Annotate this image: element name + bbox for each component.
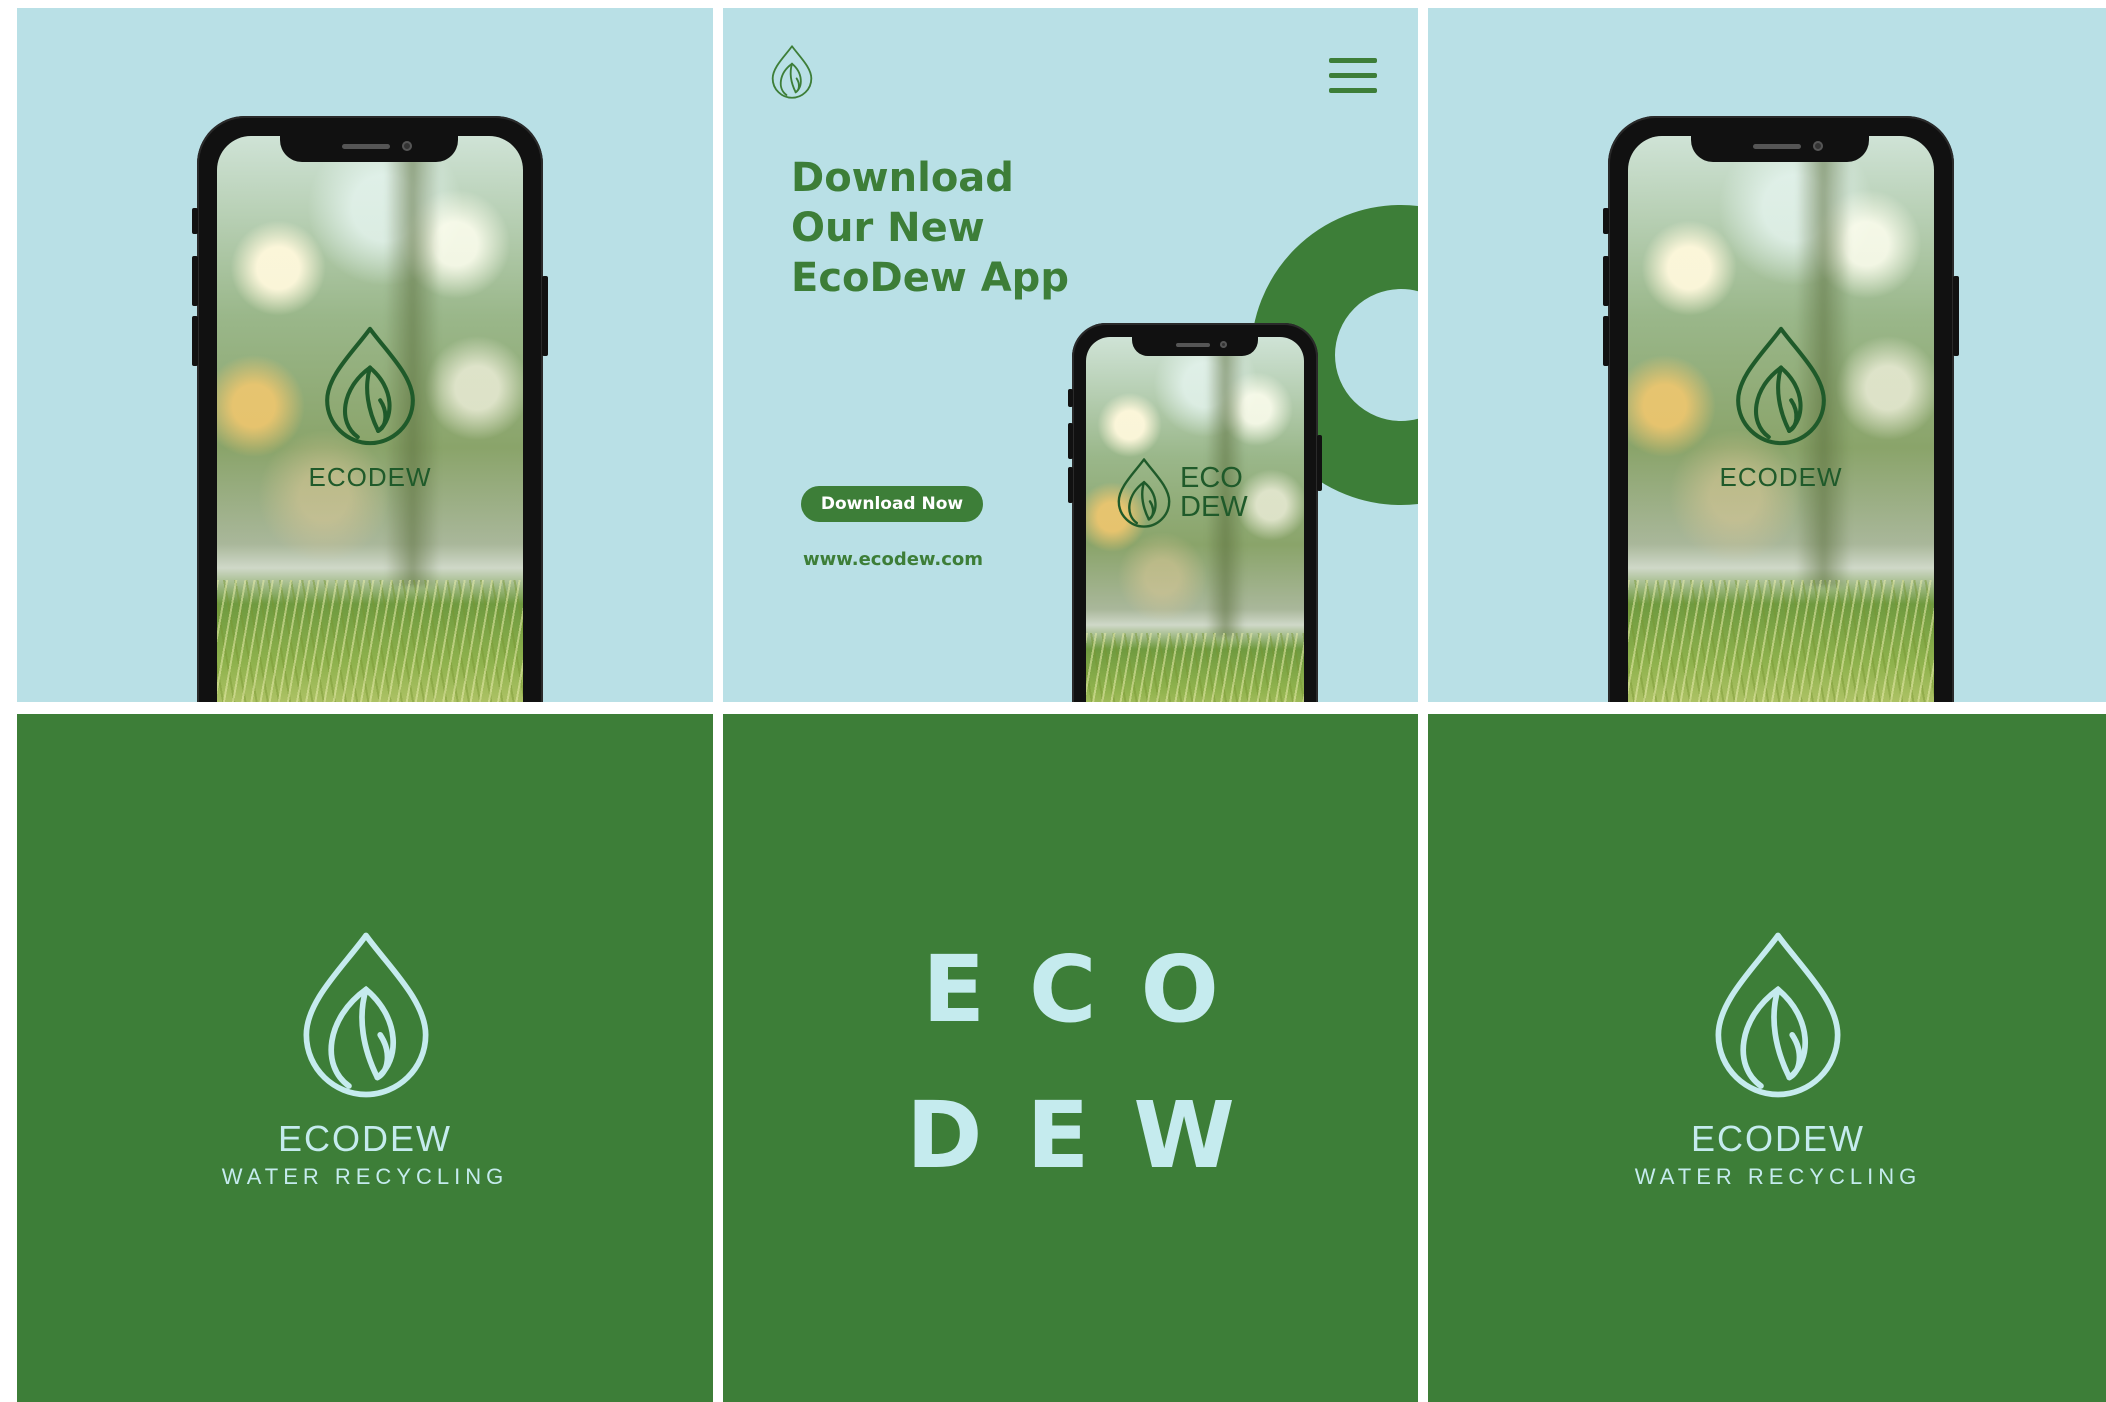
wordmark-line-2: DEW [906, 1082, 1279, 1189]
tile-phone-splash-right[interactable]: ECODEW [1428, 8, 2106, 702]
download-now-button[interactable]: Download Now [801, 486, 983, 522]
tile-eco-dew-wordmark[interactable]: ECO DEW [723, 714, 1418, 1402]
leaf-drop-icon[interactable] [769, 44, 815, 100]
tile-phone-splash-left[interactable]: ECODEW [17, 8, 713, 702]
tile-download-app-promo[interactable]: Download Our New EcoDew App ECO DEW Down… [723, 8, 1418, 702]
headline-line-3: EcoDew App [791, 255, 1069, 301]
hamburger-menu-icon[interactable] [1329, 58, 1377, 94]
phone-volume-up-button [192, 256, 198, 306]
headline-line-2: Our New [791, 205, 985, 251]
brand-name: ECODEW [1691, 1118, 1865, 1159]
phone-power-button [542, 276, 548, 356]
leaf-drop-icon [1707, 929, 1849, 1101]
phone-screen: ECODEW [1628, 136, 1934, 702]
screen-brand-line-1: ECO [1180, 462, 1243, 494]
brand-tagline: WATER RECYCLING [1634, 1164, 1922, 1189]
leaf-drop-icon [1730, 324, 1832, 448]
leaf-drop-icon [295, 929, 437, 1101]
wordmark-line-1: ECO [922, 936, 1263, 1043]
phone-mute-button [192, 208, 198, 234]
screen-brand-label: ECODEW [1719, 462, 1843, 492]
phone-screen: ECODEW [217, 136, 523, 702]
screen-brand-label: ECODEW [308, 462, 432, 492]
tile-logo-tagline-right[interactable]: ECODEW WATER RECYCLING [1428, 714, 2106, 1402]
brand-tagline: WATER RECYCLING [221, 1164, 509, 1189]
screen-brand-line-2: DEW [1180, 491, 1248, 523]
website-link[interactable]: www.ecodew.com [803, 549, 983, 570]
tile-logo-tagline-left[interactable]: ECODEW WATER RECYCLING [17, 714, 713, 1402]
phone-mockup-small: ECO DEW [1068, 323, 1322, 702]
phone-screen-small: ECO DEW [1086, 337, 1304, 702]
headline: Download Our New EcoDew App [791, 153, 1069, 303]
leaf-drop-icon [319, 324, 421, 448]
phone-notch [280, 136, 458, 162]
brand-name: ECODEW [278, 1118, 452, 1159]
headline-line-1: Download [791, 155, 1014, 201]
phone-volume-down-button [192, 316, 198, 366]
leaf-drop-icon [1114, 455, 1174, 531]
phone-mockup: ECODEW [192, 116, 548, 702]
phone-mockup: ECODEW [1603, 116, 1959, 702]
screen-brand-stack: ECO DEW [1180, 464, 1248, 522]
